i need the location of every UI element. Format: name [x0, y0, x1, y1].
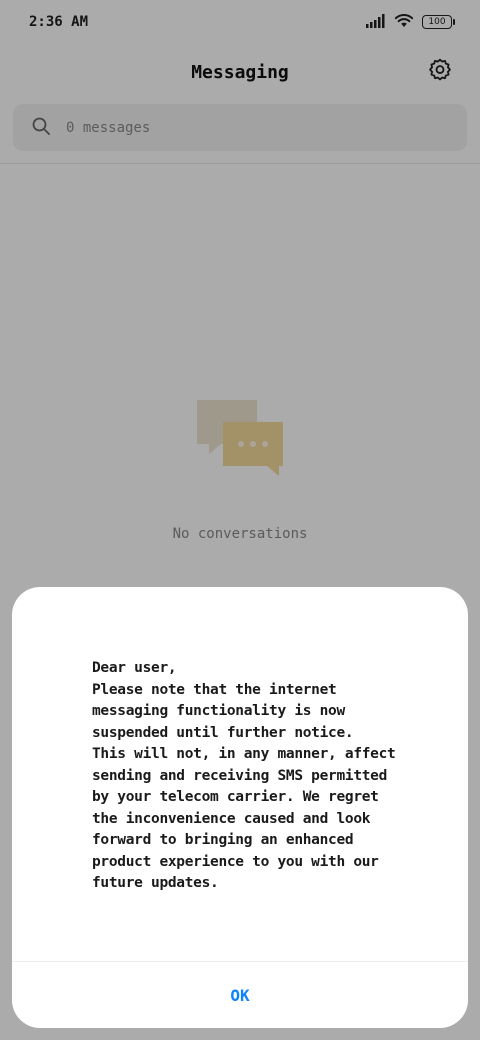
dialog-message: Dear user, Please note that the internet…: [92, 660, 396, 891]
notice-dialog: Dear user, Please note that the internet…: [12, 587, 468, 1028]
ok-button[interactable]: OK: [12, 962, 468, 1028]
